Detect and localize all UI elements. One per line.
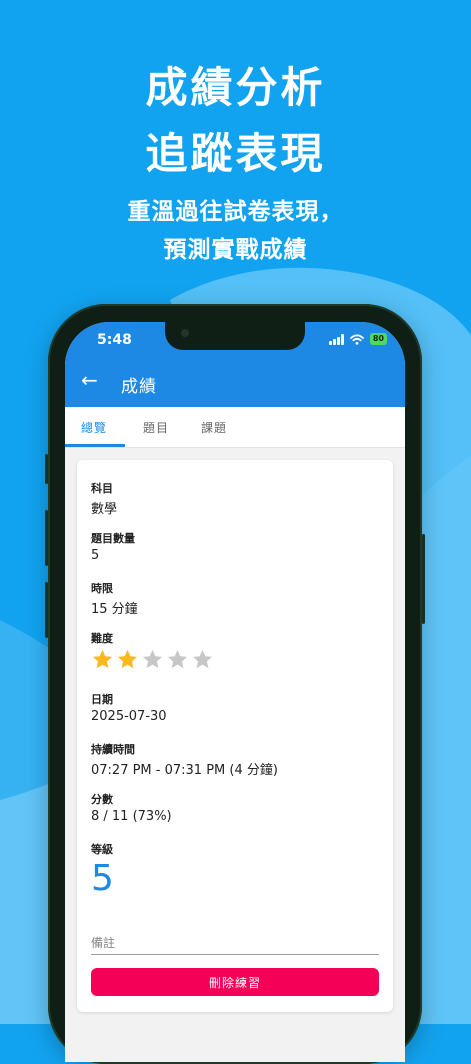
question-count-value: 5	[91, 548, 100, 563]
phone-power-button	[422, 534, 425, 624]
difficulty-label: 難度	[91, 632, 113, 645]
time-limit-label: 時限	[91, 582, 113, 595]
signal-icon	[328, 333, 344, 345]
star-empty-icon	[192, 649, 213, 669]
back-arrow-icon[interactable]: ←	[81, 370, 98, 390]
difficulty-stars	[91, 648, 214, 671]
phone-volume-down	[45, 582, 48, 638]
subject-value: 數學	[91, 502, 118, 517]
phone-mute-switch	[45, 454, 48, 484]
grade-value: 5	[91, 858, 114, 899]
star-filled-icon	[117, 649, 138, 669]
star-empty-icon	[142, 649, 163, 669]
status-time: 5:48	[97, 332, 132, 348]
subject-label: 科目	[91, 482, 113, 495]
status-icons: 80	[328, 333, 387, 345]
camera-icon	[181, 329, 189, 337]
notes-input[interactable]: 備註	[91, 934, 115, 951]
duration-label: 持續時間	[91, 743, 135, 756]
promo-subtitle-line-2: 預測實戰成績	[163, 237, 308, 263]
wifi-icon	[349, 333, 364, 345]
result-summary-card: 科目 數學 題目數量 5 時限 15 分鐘 難度 日期 2025-07-30 持…	[77, 460, 393, 1012]
delete-practice-button[interactable]: 刪除練習	[91, 968, 379, 996]
date-value: 2025-07-30	[91, 709, 167, 724]
promo-subtitle-line-1: 重溫過往試卷表現，	[127, 199, 344, 225]
battery-icon: 80	[369, 333, 387, 345]
grade-label: 等級	[91, 843, 113, 856]
tab-bar: 總覽 題目 課題	[65, 407, 405, 448]
duration-value: 07:27 PM - 07:31 PM (4 分鐘)	[91, 763, 278, 778]
tab-questions[interactable]: 題目	[143, 419, 169, 436]
page-title: 成績	[121, 377, 157, 397]
date-label: 日期	[91, 693, 113, 706]
question-count-label: 題目數量	[91, 532, 135, 545]
phone-screen: 5:48 80 ← 成績 總覽 題目 課題 科目 數學 題目數量 5 時限 15…	[65, 322, 405, 1062]
score-label: 分數	[91, 793, 113, 806]
tab-topics[interactable]: 課題	[201, 419, 227, 436]
time-limit-value: 15 分鐘	[91, 602, 138, 617]
promo-title-line-2: 追蹤表現	[145, 129, 326, 178]
tab-overview[interactable]: 總覽	[81, 419, 107, 436]
phone-volume-up	[45, 510, 48, 566]
promo-title-line-1: 成績分析	[145, 63, 326, 112]
phone-notch	[165, 322, 305, 350]
score-value: 8 / 11 (73%)	[91, 809, 172, 824]
notes-input-underline	[91, 954, 379, 955]
star-filled-icon	[92, 649, 113, 669]
star-empty-icon	[167, 649, 188, 669]
phone-frame: 5:48 80 ← 成績 總覽 題目 課題 科目 數學 題目數量 5 時限 15…	[45, 304, 425, 1064]
tab-indicator	[65, 444, 125, 447]
